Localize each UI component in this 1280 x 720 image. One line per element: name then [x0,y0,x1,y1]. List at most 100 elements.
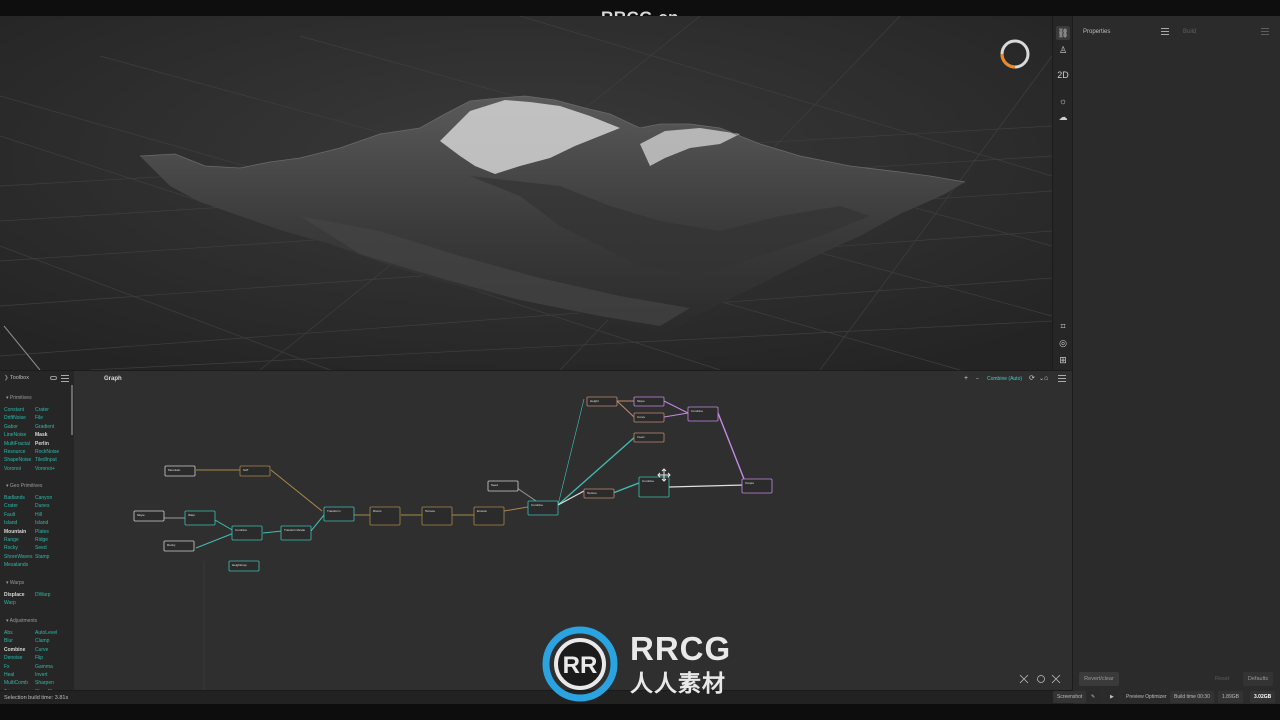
graph-node[interactable]: Combine [527,500,559,516]
graph-node[interactable]: Seed [487,480,519,492]
graph-node[interactable]: Mountain [164,465,196,477]
toolbox-item[interactable]: LineNoise [4,432,26,438]
toolbox-item[interactable]: File [35,415,43,421]
toolbox-item[interactable]: Fx [4,664,10,670]
toolbox-item[interactable]: Gamma [35,664,53,670]
toolbox-item[interactable]: Range [4,537,19,543]
graph-node[interactable]: Slope [633,396,665,407]
toolbox-item[interactable]: Denoise [4,655,22,661]
toolbox-item[interactable]: ShoreWaves [4,554,32,560]
graph-node[interactable]: Erosion [473,506,505,526]
toolbox-item[interactable]: Island [4,520,17,526]
graph-node[interactable]: Texture [583,488,615,499]
sun-icon[interactable]: ☼ [1056,94,1070,108]
toolbox-item[interactable]: Invert [35,672,48,678]
toolbox-menu-icon[interactable] [61,375,69,382]
toolbox-item[interactable]: Seed [35,545,47,551]
toolbox-item[interactable]: Plates [35,529,49,535]
tab-properties[interactable]: Properties [1083,24,1110,40]
toolbox-section-header[interactable]: ▾ Warps [6,580,24,586]
toolbox-item[interactable]: Clamp [35,638,49,644]
frame-icon[interactable]: ⌗ [1056,319,1070,333]
graph-node[interactable]: Curve [633,412,665,423]
toolbox-item[interactable]: Blur [4,638,13,644]
compass-icon[interactable]: ◎ [1056,336,1070,350]
toolbox-collapse-icon[interactable]: ❯ [4,371,9,385]
toolbox-item[interactable]: Perlin [35,441,49,447]
preview-optimizer-button[interactable]: Preview Optimizer [1122,691,1171,703]
toolbox-item[interactable]: Warp [4,600,16,606]
defaults-button[interactable]: Defaults [1243,672,1273,686]
toolbox-section-header[interactable]: ▾ Adjustments [6,618,37,624]
toolbox-item[interactable]: Fault [4,512,15,518]
graph-node[interactable]: Output [741,478,773,494]
toolbox-item[interactable]: Hill [35,512,42,518]
toolbox-item[interactable]: Voronoi+ [35,466,55,472]
cloud-icon[interactable]: ☁ [1056,110,1070,124]
toolbox-item[interactable]: Resource [4,449,25,455]
toolbox-item[interactable]: Crater [35,407,49,413]
graph-node[interactable]: Height [586,396,618,407]
toolbox-item[interactable]: Rocky [4,545,18,551]
toolbox-item[interactable]: Heal [4,672,14,678]
properties-menu-icon[interactable] [1161,28,1169,35]
toolbox-item[interactable]: Displace [4,592,25,598]
toolbox-item[interactable]: Constant [4,407,24,413]
toolbox-item[interactable]: Gradient [35,424,54,430]
graph-node[interactable]: Rocky [163,540,195,552]
graph-node-label: Texture [587,491,597,495]
toolbox-item[interactable]: DriftNoise [4,415,26,421]
graph-node[interactable]: Rivers [369,506,401,526]
screenshot-button[interactable]: Screenshot [1053,691,1087,703]
toolbox-item[interactable]: Badlands [4,495,25,501]
toolbox-item[interactable]: Mountain [4,529,26,535]
pencil-icon[interactable]: ✎ [1087,691,1100,703]
toolbox-item[interactable]: Sharpen [35,680,54,686]
graph-node[interactable]: Heightmap [228,560,260,572]
graph-node[interactable]: Combine [231,525,263,541]
toolbox-item[interactable]: Dunes [35,503,49,509]
toolbox-item[interactable]: MultiComb [4,680,28,686]
toolbox-item[interactable]: Crater [4,503,18,509]
toolbox-item[interactable]: MultiFractal [4,441,30,447]
toolbox-item[interactable]: Stamp [35,554,49,560]
toolbox-item[interactable]: AutoLevel [35,630,57,636]
toolbox-scrollbar[interactable] [71,385,73,435]
play-icon[interactable]: ▶ [1106,691,1118,703]
toolbox-item[interactable]: Curve [35,647,48,653]
eye-icon[interactable] [50,376,57,380]
person-icon[interactable]: ♙ [1056,43,1070,57]
grid-icon[interactable]: ⊞ [1056,353,1070,367]
tab-build[interactable]: Build [1183,24,1196,40]
link-icon[interactable]: ⛓ [1056,26,1070,40]
toolbox-section-header[interactable]: ▾ Primitives [6,395,32,401]
graph-node[interactable]: Transform [323,506,355,522]
toolbox-item[interactable]: TiledInput [35,457,57,463]
toolbox-item[interactable]: Mesalands [4,562,28,568]
toolbox-section-header[interactable]: ▾ Geo Primitives [6,483,42,489]
graph-node[interactable]: Invert [633,432,665,443]
toolbox-item[interactable]: Island [35,520,48,526]
toolbox-item[interactable]: Combine [4,647,25,653]
graph-node[interactable]: SAT [239,465,271,477]
reset-button[interactable]: Reset [1215,672,1229,686]
toolbox-item[interactable]: ShapeNoise [4,457,31,463]
graph-node[interactable]: Combine [687,406,719,422]
toolbox-item[interactable]: Ridge [35,537,48,543]
graph-node[interactable]: Warp [184,510,216,526]
2d-view-button[interactable]: 2D [1056,68,1070,82]
graph-node[interactable]: Terrace [421,506,453,526]
toolbox-item[interactable]: Flip [35,655,43,661]
graph-node[interactable]: Slope [133,510,165,522]
toolbox-item[interactable]: RockNoise [35,449,59,455]
revert-button[interactable]: Revert/clear [1079,672,1119,686]
toolbox-item[interactable]: DWarp [35,592,50,598]
build-menu-icon[interactable] [1261,28,1269,35]
toolbox-item[interactable]: Mask [35,432,48,438]
toolbox-item[interactable]: Canyon [35,495,52,501]
toolbox-item[interactable]: Voronoi [4,466,21,472]
3d-viewport[interactable] [0,16,1052,370]
toolbox-item[interactable]: Gabor [4,424,18,430]
graph-node[interactable]: TransformScale [280,525,312,541]
toolbox-item[interactable]: Abs [4,630,13,636]
